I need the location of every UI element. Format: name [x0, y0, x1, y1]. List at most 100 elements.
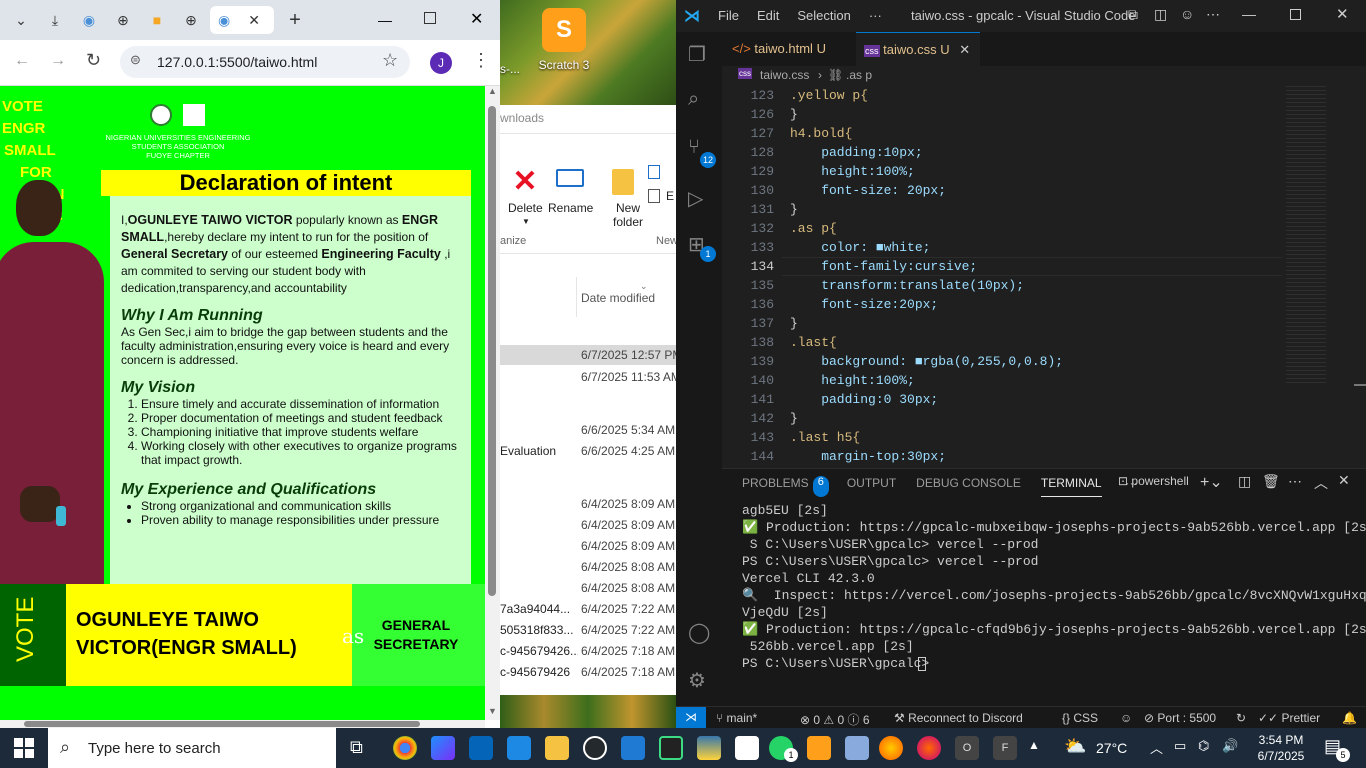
live-server-port[interactable]: ⊘ Port : 5500 [1144, 711, 1216, 725]
tab-site-1[interactable]: ◉ [74, 6, 104, 34]
file-row[interactable]: 6/4/2025 8:08 AM [500, 557, 676, 577]
scroll-thumb[interactable] [1354, 384, 1366, 386]
account-icon[interactable]: ◯ [688, 620, 710, 645]
close-panel-icon[interactable]: ✕ [1338, 472, 1350, 489]
menu-selection[interactable]: Selection [797, 8, 850, 23]
site-info-icon[interactable]: ⊜ [130, 52, 141, 68]
file-row[interactable]: 6/4/2025 8:09 AM [500, 536, 676, 556]
tray-chevron-icon[interactable]: ︿ [1150, 738, 1163, 757]
app-o-taskbar-icon[interactable]: O [955, 736, 979, 760]
file-row[interactable]: c-945679426 6/4/2025 7:18 AM [500, 662, 676, 682]
panel-toggle-icon[interactable]: ◫ [1154, 6, 1167, 23]
editor-scrollbar[interactable] [1354, 86, 1366, 466]
copilot-taskbar-icon[interactable] [431, 736, 455, 760]
bookmark-star-icon[interactable]: ☆ [382, 50, 398, 71]
code-line[interactable]: padding:10px; [790, 145, 922, 160]
menu-more[interactable]: ··· [869, 8, 882, 23]
code-line[interactable]: font-size: 20px; [790, 183, 946, 198]
close-window-button[interactable]: ✕ [1336, 5, 1349, 23]
more-icon[interactable]: ⋯ [1288, 473, 1302, 490]
code-line[interactable]: } [790, 411, 798, 426]
code-line[interactable]: height:100%; [790, 164, 915, 179]
store-taskbar-icon[interactable] [507, 736, 531, 760]
reload-button[interactable]: ↻ [86, 50, 101, 71]
problems-indicator[interactable]: ⊗ 0 ⚠ 0 ⓘ 6 [800, 711, 870, 728]
kebab-menu-icon[interactable]: ⋮ [472, 50, 490, 71]
code-line[interactable]: } [790, 202, 798, 217]
task-view-icon[interactable]: ⧉ [350, 737, 363, 758]
code-line[interactable]: .last h5{ [790, 430, 860, 445]
tab-active[interactable]: ◉ ✕ [210, 6, 274, 34]
scroll-down-icon[interactable]: ▼ [488, 706, 497, 716]
easy-access-label[interactable]: E [666, 189, 674, 203]
panel-tab-terminal[interactable]: TERMINAL [1040, 476, 1102, 497]
column-date-modified[interactable]: Date modified [581, 291, 655, 305]
run-debug-icon[interactable]: ▷ [688, 186, 703, 211]
code-line[interactable]: height:100%; [790, 373, 915, 388]
notepad-taskbar-icon[interactable] [845, 736, 869, 760]
outlook-taskbar-icon[interactable] [469, 736, 493, 760]
network-icon[interactable]: ⌬ [1198, 738, 1209, 754]
sync-icon[interactable]: ↻ [1236, 711, 1246, 725]
file-row[interactable]: 6/7/2025 11:53 AM [500, 367, 676, 387]
tab-taiwo-html[interactable]: </> taiwo.html U [722, 32, 855, 66]
delete-label[interactable]: Delete [508, 201, 543, 215]
discord-status[interactable]: ⚒ Reconnect to Discord [894, 711, 1023, 725]
code-line[interactable]: .last{ [790, 335, 837, 350]
source-control-icon[interactable]: ⑂ [688, 136, 700, 159]
remote-icon[interactable]: ⋊ [676, 707, 706, 729]
desktop-icon-scratch[interactable]: S Scratch 3 [536, 8, 592, 78]
minimize-button[interactable]: — [1242, 6, 1256, 22]
url-text[interactable]: 127.0.0.1:5500/taiwo.html [157, 54, 317, 70]
tab-taiwo-css[interactable]: css taiwo.css U ✕ [856, 32, 980, 66]
close-icon[interactable]: ✕ [959, 42, 970, 57]
profile-avatar[interactable]: J [430, 52, 452, 74]
tab-search-button[interactable]: ⌄ [6, 6, 36, 34]
minimize-button[interactable]: — [378, 12, 392, 28]
copilot-icon[interactable]: ☺ [1180, 6, 1194, 22]
volume-icon[interactable]: 🔊 [1222, 738, 1238, 754]
panel-tab-debug-console[interactable]: DEBUG CONSOLE [916, 476, 1021, 497]
language-mode[interactable]: {} CSS [1062, 711, 1098, 725]
battery-icon[interactable]: ▭ [1174, 738, 1186, 754]
app-f-taskbar-icon[interactable]: F [993, 736, 1017, 760]
clock[interactable]: 3:54 PM 6/7/2025 [1252, 732, 1310, 764]
add-terminal-button[interactable]: +⌄ [1200, 472, 1223, 492]
minimap[interactable] [1282, 86, 1348, 386]
code-line[interactable]: padding:0 30px; [790, 392, 938, 407]
code-line[interactable]: } [790, 316, 798, 331]
start-button[interactable] [14, 738, 34, 758]
breadcrumb-file[interactable]: taiwo.css [760, 68, 809, 82]
maximize-panel-icon[interactable]: ︿ [1314, 473, 1328, 493]
firefox-taskbar-icon[interactable] [879, 736, 903, 760]
tab-site-2[interactable]: ⊕ [108, 6, 138, 34]
copilot-icon[interactable]: ☺ [1120, 711, 1132, 725]
tab-downloads[interactable]: ⤓ [40, 6, 70, 34]
rename-button[interactable]: Rename [548, 201, 593, 215]
code-line[interactable]: color: ■white; [790, 240, 930, 255]
explorer-breadcrumb[interactable]: wnloads [500, 111, 544, 125]
gear-icon[interactable]: ⚙ [688, 668, 706, 693]
scratch-taskbar-icon[interactable] [807, 736, 831, 760]
new-tab-button[interactable]: + [280, 6, 310, 34]
more-icon[interactable]: ⋯ [1206, 6, 1220, 23]
taskbar-search[interactable]: ⌕ Type here to search [48, 728, 336, 768]
file-row[interactable]: 6/7/2025 12:57 PM [500, 345, 676, 365]
menu-file[interactable]: File [718, 8, 739, 23]
address-bar[interactable]: ⊜ 127.0.0.1:5500/taiwo.html ☆ [120, 46, 410, 78]
desktop-icon-label-partial[interactable]: s-... [500, 62, 520, 76]
code-line[interactable]: background: ■rgba(0,255,0,0.8); [790, 354, 1063, 369]
trash-icon[interactable]: 🗑 [1262, 473, 1280, 490]
menu-edit[interactable]: Edit [757, 8, 779, 23]
code-line[interactable]: .as p{ [790, 221, 837, 236]
forward-button[interactable]: → [50, 52, 66, 70]
page-scrollbar[interactable]: ▲ ▼ [485, 86, 500, 720]
chrome-taskbar-icon[interactable] [393, 736, 417, 760]
terminal-shell-selector[interactable]: ⊡ powershell [1118, 474, 1189, 488]
branch-indicator[interactable]: ⑂ main* [716, 711, 757, 725]
code-editor[interactable]: 123 .yellow p{126} 127 h4.bold{128 padding:… [722, 86, 1282, 466]
code-line[interactable]: margin-top:30px; [790, 449, 946, 464]
horizontal-scrollbar[interactable] [0, 720, 485, 728]
panel-tab-problems[interactable]: PROBLEMS [742, 476, 809, 497]
pycharm-taskbar-icon[interactable] [659, 736, 683, 760]
